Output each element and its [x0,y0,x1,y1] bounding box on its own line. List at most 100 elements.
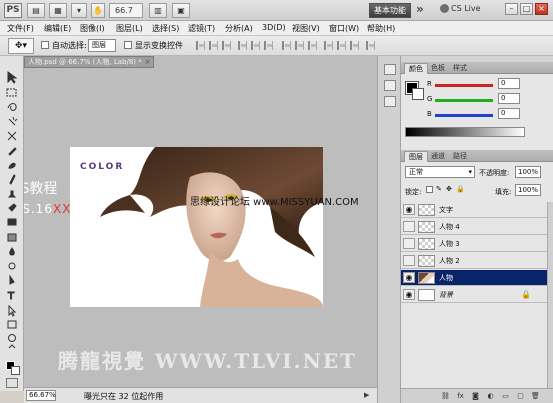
status-menu-icon[interactable]: ▶ [364,391,369,399]
tab-swatches[interactable]: 色板 [427,63,449,74]
show-transform-checkbox[interactable] [124,41,132,49]
layer-name: 人物 [439,274,453,282]
slider-r-label: R [427,80,432,88]
background-color-swatch[interactable] [11,366,20,375]
slider-r[interactable] [435,84,493,87]
align-hcenter-icon[interactable] [251,41,260,50]
maximize-icon[interactable]: □ [520,3,533,15]
fill-field[interactable]: 100% [515,184,541,196]
eye-icon-hidden[interactable] [403,255,415,266]
layer-row[interactable]: 人物 3 [401,236,547,252]
layer-row[interactable]: ◉ 背景 🔒 [401,287,547,303]
auto-select-dropdown[interactable]: 图层 [88,39,116,52]
auto-select-checkbox[interactable] [41,41,49,49]
tab-paths[interactable]: 路径 [449,151,471,162]
align-bottom-icon[interactable] [222,41,231,50]
document-canvas[interactable]: COLOR [70,147,323,307]
tab-close-icon[interactable]: × [145,58,151,66]
layer-mask-icon[interactable]: ◙ [471,392,480,400]
bridge-icon[interactable]: ▤ [27,3,45,18]
align-right-icon[interactable] [264,41,273,50]
minimize-icon[interactable]: – [505,3,518,15]
layers-scrollbar[interactable] [547,202,553,388]
hand-icon[interactable]: ✋ [91,3,105,18]
type-tool-icon: T [7,291,15,302]
zoom-level-select[interactable]: 66.7 [109,3,143,18]
document-tab[interactable]: 人物.psd @ 66.7% (人物, Lab/8) * × [24,56,154,68]
layer-name: 人物 4 [439,223,460,231]
close-icon[interactable]: × [535,3,548,15]
quick-select-tool-icon [8,116,18,126]
watermark-bbs-red: XX [52,202,72,216]
delete-layer-icon[interactable]: 🗑 [531,392,540,400]
view-extras-icon[interactable]: ▾ [71,3,87,18]
new-group-icon[interactable]: ▭ [501,392,510,400]
distribute-top-icon[interactable] [282,41,291,50]
info-panel-icon[interactable] [384,96,396,107]
lock-pixels-icon[interactable]: ✎ [436,186,442,193]
new-layer-icon[interactable]: ▢ [516,392,525,400]
arrange-documents-icon[interactable]: ▥ [149,3,167,18]
more-workspaces-icon[interactable]: » [416,2,424,16]
eye-icon[interactable]: ◉ [403,204,415,215]
screen-mode-icon[interactable]: ▣ [172,3,190,18]
eye-icon-hidden[interactable] [403,238,415,249]
tab-color[interactable]: 颜色 [404,63,428,74]
layer-row[interactable]: 人物 4 [401,219,547,235]
lock-position-icon[interactable]: ✥ [446,186,452,193]
align-left-icon[interactable] [238,41,247,50]
distribute-hcenter-icon[interactable] [337,41,346,50]
menu-layer[interactable]: 图层(L) [116,23,143,34]
slider-b[interactable] [435,114,493,117]
slider-b-value[interactable]: 0 [498,108,520,119]
eye-icon[interactable]: ◉ [403,289,415,300]
distribute-bottom-icon[interactable] [308,41,317,50]
eye-icon-hidden[interactable] [403,221,415,232]
workspace-basic-button[interactable]: 基本功能 [369,3,411,18]
menu-3d[interactable]: 3D(D) [262,23,286,32]
menu-edit[interactable]: 编辑(E) [44,23,71,34]
menu-image[interactable]: 图像(I) [80,23,105,34]
color-spectrum-bar[interactable] [405,127,525,137]
menu-window[interactable]: 窗口(W) [329,23,359,34]
blend-mode-select[interactable]: 正常 ▾ [405,166,475,178]
lock-transparent-icon[interactable] [426,186,433,193]
slider-g[interactable] [435,99,493,102]
eye-icon[interactable]: ◉ [403,272,415,283]
layer-row[interactable]: 人物 2 [401,253,547,269]
link-layers-icon[interactable]: ⛓ [441,392,450,400]
auto-align-icon[interactable] [366,41,375,50]
mini-bridge-icon[interactable]: ▦ [49,3,67,18]
distribute-vcenter-icon[interactable] [295,41,304,50]
panel-dock: 颜色 色板 样式 R 0 G 0 B 0 图层 通道 路径 正常 ▾ 不透明度: … [401,56,553,403]
align-top-icon[interactable] [196,41,205,50]
3d-rotate-tool-icon [8,334,16,342]
menu-help[interactable]: 帮助(H) [367,23,395,34]
status-zoom-field[interactable]: 66.67% [26,390,56,401]
tab-channels[interactable]: 通道 [427,151,449,162]
quick-mask-icon[interactable] [6,378,18,388]
menu-view[interactable]: 视图(V) [292,23,320,34]
opacity-field[interactable]: 100% [515,166,541,178]
distribute-right-icon[interactable] [350,41,359,50]
adjustment-layer-icon[interactable]: ◐ [486,392,495,400]
lock-all-icon[interactable]: 🔒 [456,186,465,193]
color-panel-background-swatch[interactable] [412,88,424,100]
layer-row[interactable]: ◉ 文字 [401,202,547,218]
tab-styles[interactable]: 样式 [449,63,471,74]
slider-g-value[interactable]: 0 [498,93,520,104]
menu-select[interactable]: 选择(S) [152,23,179,34]
layer-row-selected[interactable]: ◉ 人物 [401,270,547,286]
menu-analysis[interactable]: 分析(A) [225,23,253,34]
layer-style-icon[interactable]: fx [456,392,465,400]
slider-r-value[interactable]: 0 [498,78,520,89]
histogram-panel-icon[interactable] [384,64,396,75]
menu-file[interactable]: 文件(F) [7,23,34,34]
align-vcenter-icon[interactable] [209,41,218,50]
navigator-panel-icon[interactable] [384,80,396,91]
cs-live-button[interactable]: CS Live [440,4,481,13]
distribute-left-icon[interactable] [324,41,333,50]
move-tool-preset-icon[interactable]: ✥▾ [8,38,34,54]
tab-layers[interactable]: 图层 [404,151,428,162]
menu-filter[interactable]: 滤镜(T) [188,23,215,34]
